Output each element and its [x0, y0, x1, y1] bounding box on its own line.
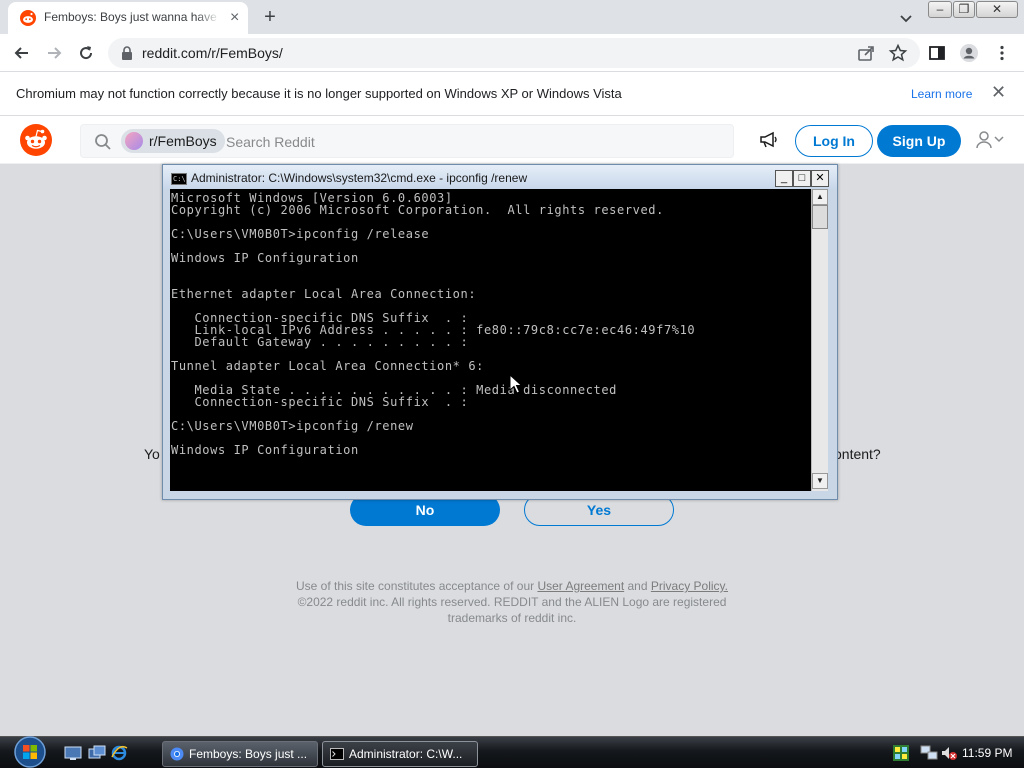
tab-close-icon[interactable]: ×	[230, 10, 239, 26]
window-minimize-button[interactable]: –	[928, 1, 952, 18]
url-text[interactable]: reddit.com/r/FemBoys/	[142, 45, 283, 61]
browser-toolbar: reddit.com/r/FemBoys/	[0, 34, 1024, 72]
privacy-policy-link[interactable]: Privacy Policy.	[651, 579, 728, 593]
switch-windows-icon[interactable]	[88, 745, 106, 761]
cmd-title-text: Administrator: C:\Windows\system32\cmd.e…	[191, 171, 528, 185]
user-dropdown-icon[interactable]	[974, 128, 1006, 152]
start-orb-icon[interactable]	[9, 735, 51, 768]
cmd-scrollbar[interactable]: ▲ ▼	[811, 189, 828, 491]
reload-icon[interactable]	[76, 43, 96, 63]
scroll-thumb[interactable]	[812, 205, 828, 229]
lock-icon[interactable]	[120, 45, 134, 61]
scroll-down-arrow-icon[interactable]: ▼	[812, 473, 828, 489]
search-placeholder[interactable]: Search Reddit	[226, 134, 315, 150]
taskbar-button-chromium[interactable]: Femboys: Boys just ...	[162, 741, 318, 767]
tray-app-icon[interactable]	[892, 744, 910, 762]
mouse-cursor-icon	[509, 374, 523, 394]
cmd-icon	[330, 748, 344, 760]
side-panel-icon[interactable]	[927, 43, 947, 63]
new-tab-button[interactable]: +	[258, 5, 282, 29]
reddit-favicon-icon	[20, 10, 36, 26]
cmd-close-button[interactable]: ✕	[811, 170, 829, 187]
menu-kebab-icon[interactable]	[992, 43, 1012, 63]
browser-tab[interactable]: Femboys: Boys just wanna have fun ×	[8, 2, 248, 34]
cmd-window[interactable]: C:\ Administrator: C:\Windows\system32\c…	[162, 164, 838, 500]
taskbar-button-label: Femboys: Boys just ...	[189, 747, 308, 761]
footer-line-2: ©2022 reddit inc. All rights reserved. R…	[297, 595, 727, 609]
show-desktop-icon[interactable]	[64, 745, 82, 761]
infobar-message: Chromium may not function correctly beca…	[16, 86, 622, 101]
cmd-minimize-button[interactable]: _	[775, 170, 793, 187]
unsupported-os-infobar: Chromium may not function correctly beca…	[0, 72, 1024, 116]
taskbar-button-cmd[interactable]: Administrator: C:\W...	[322, 741, 478, 767]
age-prompt-text-end: ontent?	[834, 446, 881, 462]
chromium-icon	[170, 747, 184, 761]
taskbar-clock[interactable]: 11:59 PM	[962, 746, 1012, 760]
tab-search-chevron-icon[interactable]	[896, 8, 916, 28]
age-prompt-text-start: Yo	[144, 446, 160, 462]
forward-arrow-icon[interactable]	[44, 43, 64, 63]
footer-text: Use of this site constitutes acceptance …	[295, 579, 538, 593]
browser-tabstrip: Femboys: Boys just wanna have fun × + – …	[0, 0, 1024, 34]
cmd-maximize-button[interactable]: □	[793, 170, 811, 187]
network-icon[interactable]	[920, 744, 938, 762]
user-agreement-link[interactable]: User Agreement	[537, 579, 624, 593]
bookmark-star-icon[interactable]	[888, 43, 908, 63]
window-close-button[interactable]: ✕	[976, 1, 1018, 18]
community-filter-chip[interactable]: r/FemBoys	[121, 129, 225, 153]
scroll-up-arrow-icon[interactable]: ▲	[812, 189, 828, 205]
signup-button[interactable]: Sign Up	[877, 125, 961, 157]
address-bar[interactable]: reddit.com/r/FemBoys/	[108, 38, 920, 68]
internet-explorer-icon[interactable]	[110, 745, 128, 761]
cmd-app-icon: C:\	[171, 173, 187, 185]
taskbar-button-label: Administrator: C:\W...	[349, 747, 463, 761]
back-arrow-icon[interactable]	[12, 43, 32, 63]
footer-text: and	[624, 579, 651, 593]
tab-title: Femboys: Boys just wanna have fun	[44, 10, 220, 24]
advertise-megaphone-icon[interactable]	[758, 130, 780, 150]
volume-muted-icon[interactable]	[940, 744, 958, 762]
reddit-logo-icon[interactable]	[20, 124, 52, 156]
cmd-output-text: Microsoft Windows [Version 6.0.6003] Cop…	[171, 191, 696, 457]
reddit-footer: Use of this site constitutes acceptance …	[262, 578, 762, 626]
community-chip-label: r/FemBoys	[149, 133, 217, 149]
footer-line-3: trademarks of reddit inc.	[447, 611, 577, 625]
reddit-search-box[interactable]: r/FemBoys Search Reddit	[80, 124, 734, 158]
share-icon[interactable]	[856, 43, 876, 63]
learn-more-link[interactable]: Learn more	[911, 87, 972, 101]
infobar-close-icon[interactable]: ✕	[991, 82, 1006, 103]
cmd-console-area[interactable]: Microsoft Windows [Version 6.0.6003] Cop…	[170, 189, 811, 491]
footer-line-1: Use of this site constitutes acceptance …	[262, 578, 762, 594]
community-avatar-icon	[125, 132, 143, 150]
windows-taskbar: Femboys: Boys just ... Administrator: C:…	[0, 736, 1024, 768]
window-restore-button[interactable]: ❐	[953, 1, 975, 18]
reddit-header: r/FemBoys Search Reddit Log In Sign Up	[0, 116, 1024, 164]
login-button[interactable]: Log In	[795, 125, 873, 157]
search-icon	[95, 134, 111, 150]
cmd-titlebar[interactable]: C:\ Administrator: C:\Windows\system32\c…	[163, 165, 837, 189]
profile-avatar-icon[interactable]	[959, 43, 979, 63]
